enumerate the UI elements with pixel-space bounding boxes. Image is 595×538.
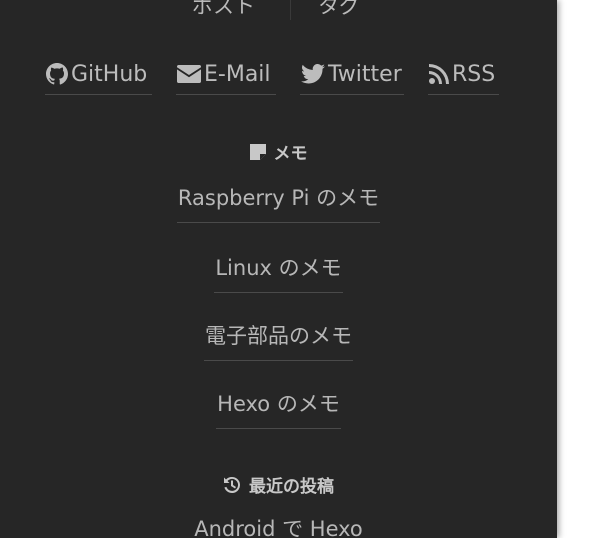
github-label: GitHub <box>71 61 148 87</box>
email-link[interactable]: E-Mail <box>176 54 276 95</box>
email-label: E-Mail <box>204 61 271 87</box>
history-icon <box>224 476 240 493</box>
github-link[interactable]: GitHub <box>45 54 152 95</box>
top-nav: ポスト タグ <box>0 0 557 30</box>
memo-link-label: 電子部品のメモ <box>204 320 353 361</box>
nav-divider <box>290 0 291 20</box>
rss-label: RSS <box>452 61 496 87</box>
memo-link-label: Hexo のメモ <box>216 388 341 429</box>
memo-section-label: メモ <box>273 144 308 164</box>
recent-post-link[interactable]: Android で Hexo <box>0 513 557 538</box>
nav-posts-link[interactable]: ポスト <box>192 0 255 22</box>
twitter-link[interactable]: Twitter <box>300 54 404 95</box>
rss-icon <box>429 64 449 84</box>
memo-link-label: Raspberry Pi のメモ <box>176 182 381 223</box>
twitter-label: Twitter <box>328 61 402 87</box>
memo-link-label: Linux のメモ <box>214 252 343 293</box>
memo-link-hexo[interactable]: Hexo のメモ <box>0 388 557 429</box>
memo-section-title: メモ <box>0 139 557 164</box>
nav-tags-link[interactable]: タグ <box>318 0 360 22</box>
rss-link[interactable]: RSS <box>428 54 499 95</box>
recent-post-label: Android で Hexo <box>194 517 363 538</box>
sticky-note-icon <box>249 143 266 160</box>
recent-posts-section-title: 最近の投稿 <box>0 472 557 497</box>
memo-link-electronic-parts[interactable]: 電子部品のメモ <box>0 320 557 361</box>
memo-link-raspberry-pi[interactable]: Raspberry Pi のメモ <box>0 182 557 223</box>
twitter-icon <box>301 64 325 84</box>
recent-posts-label: 最近の投稿 <box>249 477 334 497</box>
envelope-icon <box>177 65 201 83</box>
social-links: GitHub E-Mail Twitter RSS <box>0 54 557 96</box>
memo-link-linux[interactable]: Linux のメモ <box>0 252 557 293</box>
sidebar: ポスト タグ GitHub E-Mail Twitter RSS メモ Rasp… <box>0 0 557 538</box>
github-icon <box>46 63 68 85</box>
